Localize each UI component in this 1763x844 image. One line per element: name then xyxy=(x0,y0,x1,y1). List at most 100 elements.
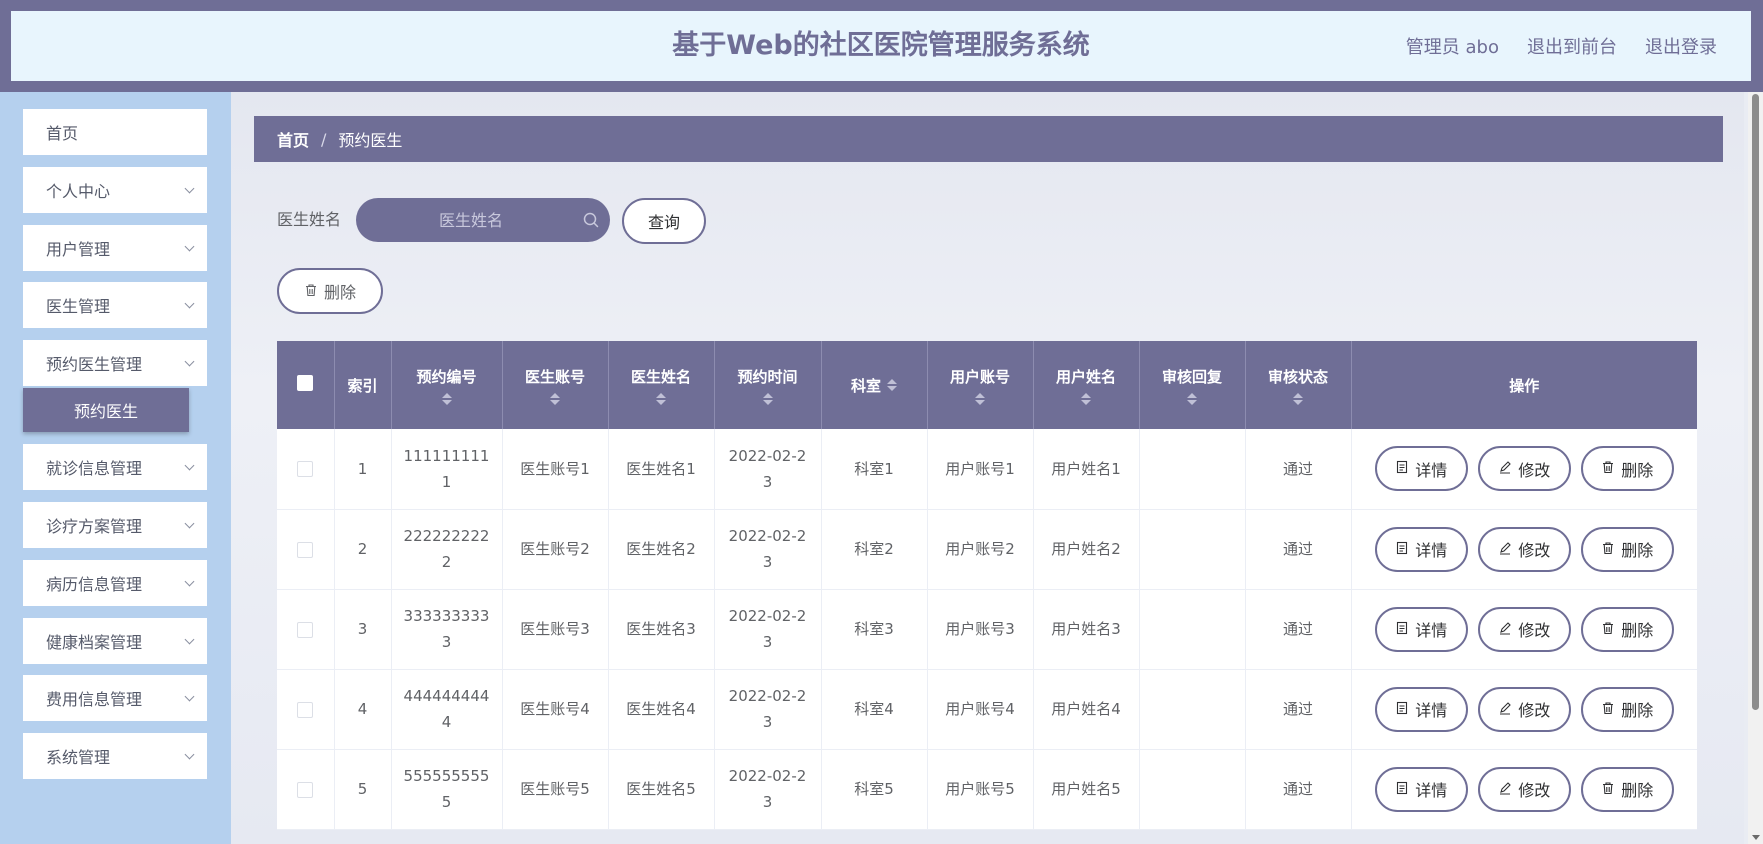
cell-index: 4 xyxy=(334,669,392,750)
sidebar-item-label: 用户管理 xyxy=(46,240,111,259)
sort-icon[interactable] xyxy=(1293,392,1303,405)
delete-button[interactable]: 删除 xyxy=(1580,446,1674,492)
scrollbar-thumb[interactable] xyxy=(1752,94,1759,710)
row-checkbox[interactable] xyxy=(297,461,314,478)
sort-icon[interactable] xyxy=(441,392,452,405)
sidebar-item-label: 就诊信息管理 xyxy=(46,459,143,478)
edit-button[interactable]: 修改 xyxy=(1477,766,1571,812)
header-user-account[interactable]: 用户账号 xyxy=(927,341,1034,429)
sort-icon[interactable] xyxy=(887,379,897,391)
bulk-delete-button[interactable]: 删除 xyxy=(277,268,383,314)
appt-no-line2: 1 xyxy=(441,472,452,491)
header-department[interactable]: 科室 xyxy=(821,341,928,429)
logout-link[interactable]: 退出登录 xyxy=(1645,33,1717,59)
row-select-cell xyxy=(277,749,335,830)
sidebar-subitem-appointment-doctor[interactable]: 预约医生 xyxy=(23,388,189,432)
appt-no-line2: 4 xyxy=(441,713,452,731)
cell-appt-no: 444444444 4 xyxy=(391,669,503,750)
top-bar-inner: 基于Web的社区医院管理服务系统 管理员 abo 退出到前台 退出登录 xyxy=(11,11,1751,81)
delete-button[interactable]: 删除 xyxy=(1580,526,1674,572)
delete-label: 删除 xyxy=(1621,621,1654,640)
header-user-name[interactable]: 用户姓名 xyxy=(1033,341,1140,429)
cell-department: 科室1 xyxy=(821,429,928,510)
cell-index: 1 xyxy=(334,429,392,510)
detail-button[interactable]: 详情 xyxy=(1374,446,1468,492)
sidebar-item-personal-center[interactable]: 个人中心 xyxy=(23,167,207,213)
doctor-name-search-input[interactable] xyxy=(356,198,566,242)
edit-button[interactable]: 修改 xyxy=(1477,686,1571,732)
header-doctor-account[interactable]: 医生账号 xyxy=(502,341,609,429)
header-review-reply[interactable]: 审核回复 xyxy=(1139,341,1246,429)
sort-icon[interactable] xyxy=(1187,392,1197,405)
cell-review-status: 通过 xyxy=(1245,589,1352,670)
chevron-down-icon xyxy=(184,691,195,701)
edit-label: 修改 xyxy=(1518,701,1551,720)
detail-button[interactable]: 详情 xyxy=(1374,766,1468,812)
appt-no-line1: 555555555 xyxy=(403,767,490,785)
search-icon[interactable] xyxy=(582,211,600,229)
row-checkbox[interactable] xyxy=(297,701,314,718)
detail-button[interactable]: 详情 xyxy=(1374,526,1468,572)
sidebar-item-treatment-plan[interactable]: 诊疗方案管理 xyxy=(23,502,207,548)
pencil-icon xyxy=(1498,540,1512,559)
edit-button[interactable]: 修改 xyxy=(1477,606,1571,652)
cell-review-status: 通过 xyxy=(1245,749,1352,830)
sidebar-item-visit-info[interactable]: 就诊信息管理 xyxy=(23,444,207,490)
header-review-status[interactable]: 审核状态 xyxy=(1245,341,1352,429)
delete-button[interactable]: 删除 xyxy=(1580,606,1674,652)
chevron-down-icon xyxy=(184,241,195,251)
sidebar-item-fee-info[interactable]: 费用信息管理 xyxy=(23,675,207,721)
cell-appt-time: 2022-02-2 3 xyxy=(714,589,822,670)
cell-review-reply xyxy=(1139,589,1246,670)
header-doctor-name[interactable]: 医生姓名 xyxy=(608,341,715,429)
delete-button[interactable]: 删除 xyxy=(1580,766,1674,812)
header-label: 审核状态 xyxy=(1267,367,1328,386)
sidebar-item-doctor-management[interactable]: 医生管理 xyxy=(23,282,207,328)
sort-icon[interactable] xyxy=(975,392,985,405)
exit-to-front-link[interactable]: 退出到前台 xyxy=(1527,33,1617,59)
sort-icon[interactable] xyxy=(656,392,666,405)
sidebar-item-medical-record[interactable]: 病历信息管理 xyxy=(23,560,207,606)
cell-doctor-name: 医生姓名3 xyxy=(608,589,715,670)
row-checkbox[interactable] xyxy=(297,621,314,638)
page-scrollbar[interactable] xyxy=(1748,92,1763,844)
appt-time-line1: 2022-02-2 xyxy=(728,446,807,465)
select-all-checkbox[interactable] xyxy=(297,375,314,391)
sidebar-item-user-management[interactable]: 用户管理 xyxy=(23,225,207,271)
edit-button[interactable]: 修改 xyxy=(1477,526,1571,572)
cell-user-account: 用户账号2 xyxy=(927,509,1034,590)
header-appt-time[interactable]: 预约时间 xyxy=(714,341,822,429)
detail-button[interactable]: 详情 xyxy=(1374,686,1468,732)
edit-label: 修改 xyxy=(1518,460,1551,480)
row-checkbox[interactable] xyxy=(297,541,314,558)
sidebar-item-system-management[interactable]: 系统管理 xyxy=(23,733,207,779)
header-label: 科室 xyxy=(850,376,881,395)
trash-icon xyxy=(1601,780,1615,799)
detail-button[interactable]: 详情 xyxy=(1374,606,1468,652)
appt-no-line1: 111111111 xyxy=(403,446,490,465)
sidebar-item-home[interactable]: 首页 xyxy=(23,109,207,155)
cell-user-account: 用户账号5 xyxy=(927,749,1034,830)
sort-icon[interactable] xyxy=(762,392,773,405)
appt-time-line1: 2022-02-2 xyxy=(728,527,807,545)
delete-button[interactable]: 删除 xyxy=(1580,686,1674,732)
header-appt-no[interactable]: 预约编号 xyxy=(391,341,503,429)
query-button[interactable]: 查询 xyxy=(622,198,706,244)
sort-icon[interactable] xyxy=(1081,392,1091,405)
chevron-down-icon xyxy=(184,298,195,308)
header-index: 索引 xyxy=(334,341,392,429)
scroll-down-arrow-icon[interactable] xyxy=(1752,835,1760,840)
row-checkbox[interactable] xyxy=(297,781,314,798)
table-header-row: 索引 预约编号 医生账号 医生姓名 预约时间 科室 用户账号 用户姓名 审核回复… xyxy=(277,341,1697,429)
breadcrumb-home[interactable]: 首页 xyxy=(277,127,309,151)
appt-no-line1: 333333333 xyxy=(403,607,490,625)
chevron-down-icon xyxy=(184,183,195,193)
sidebar-item-health-archive[interactable]: 健康档案管理 xyxy=(23,618,207,664)
search-label: 医生姓名 xyxy=(277,210,342,229)
sidebar-item-appointment-management[interactable]: 预约医生管理 xyxy=(23,340,207,386)
admin-user-label: 管理员 abo xyxy=(1405,37,1499,58)
sort-icon[interactable] xyxy=(550,392,560,405)
edit-button[interactable]: 修改 xyxy=(1477,446,1571,492)
appt-time-line1: 2022-02-2 xyxy=(728,687,807,705)
chevron-down-icon xyxy=(184,518,195,528)
